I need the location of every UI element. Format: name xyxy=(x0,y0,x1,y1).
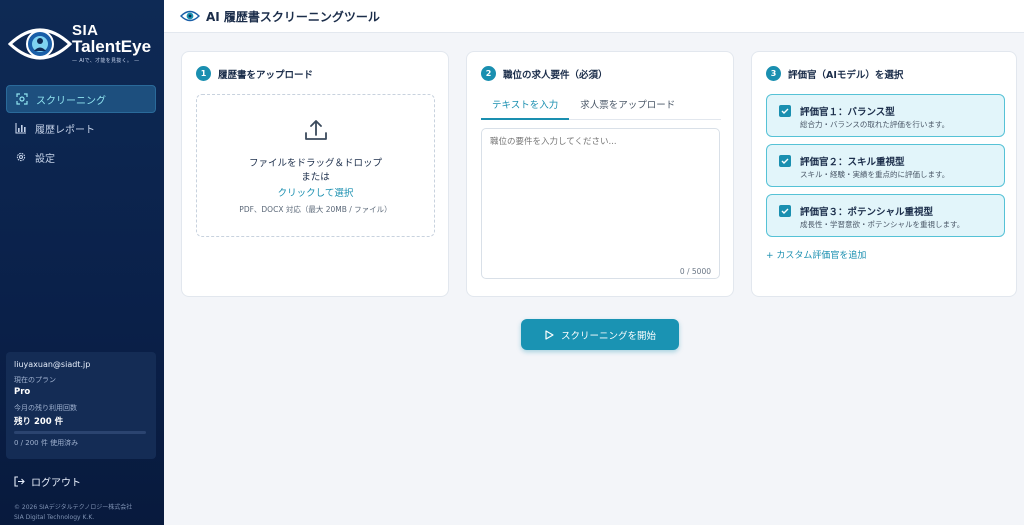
evaluator-option-balance[interactable]: 評価官１：バランス型 総合力・バランスの取れた評価を行います。 xyxy=(766,94,1005,137)
evaluator-name: 評価官３：ポテンシャル重視型 xyxy=(800,207,934,218)
brand-line2: TalentEye xyxy=(72,37,152,56)
evaluator-option-potential[interactable]: 評価官３：ポテンシャル重視型 成長性・学習意欲・ポテンシャルを重視します。 xyxy=(766,194,1005,237)
character-counter: 0 / 5000 xyxy=(679,267,711,276)
brand-logo: SIA TalentEye — AIで、才能を見抜く。 — xyxy=(8,18,158,68)
eye-logo-icon xyxy=(8,28,72,60)
copyright-line2: SIA Digital Technology K.K. xyxy=(14,514,95,521)
requirements-textarea[interactable] xyxy=(481,128,720,279)
gear-icon xyxy=(14,150,28,164)
usage-progress-bar xyxy=(14,431,146,434)
upload-card-header: 1 履歴書をアップロード xyxy=(196,66,313,81)
requirements-tabs: テキストを入力 求人票をアップロード xyxy=(481,96,721,120)
dropzone-note: PDF、DOCX 対応（最大 20MB / ファイル） xyxy=(239,205,392,214)
sidebar-item-label: 設定 xyxy=(35,153,55,165)
account-panel: liuyaxuan@siadt.jp 現在のプラン Pro 今月の残り利用回数 … xyxy=(6,352,156,459)
usage-text: 0 / 200 件 使用済み xyxy=(14,439,79,447)
sidebar-item-history[interactable]: 履歴レポート xyxy=(6,114,156,142)
sidebar-nav: スクリーニング 履歴レポート 設定 xyxy=(6,85,156,172)
remaining-label: 今月の残り利用回数 xyxy=(14,404,77,412)
scan-icon xyxy=(15,92,29,106)
bar-chart-icon xyxy=(14,121,28,135)
evaluators-card: 3 評価官（AIモデル）を選択 評価官１：バランス型 総合力・バランスの取れた評… xyxy=(751,51,1017,297)
evaluator-desc: 総合力・バランスの取れた評価を行います。 xyxy=(800,120,950,129)
sidebar-item-settings[interactable]: 設定 xyxy=(6,143,156,171)
copyright-line1: © 2026 SIAデジタルテクノロジー株式会社 xyxy=(14,504,133,511)
step-badge: 3 xyxy=(766,66,781,81)
logout-button[interactable]: ログアウト xyxy=(14,474,81,489)
step-badge: 1 xyxy=(196,66,211,81)
add-custom-evaluator-link[interactable]: + カスタム評価官を追加 xyxy=(766,248,866,261)
evaluator-name: 評価官１：バランス型 xyxy=(800,107,895,118)
copyright: © 2026 SIAデジタルテクノロジー株式会社 SIA Digital Tec… xyxy=(14,503,132,523)
logout-label: ログアウト xyxy=(31,478,81,489)
sidebar: SIA TalentEye — AIで、才能を見抜く。 — スクリーニング 履歴… xyxy=(0,0,164,525)
select-file-link[interactable]: クリックして選択 xyxy=(197,185,434,199)
page-title: AI 履歴書スクリーニングツール xyxy=(206,9,380,24)
sidebar-item-label: スクリーニング xyxy=(36,95,106,107)
brand-tagline: — AIで、才能を見抜く。 — xyxy=(72,58,140,64)
logout-icon xyxy=(14,476,25,487)
requirements-card-title: 職位の求人要件（必須） xyxy=(503,69,608,81)
dropzone-drop-text: ファイルをドラッグ＆ドロップ xyxy=(248,158,382,169)
check-icon xyxy=(781,208,789,214)
plan-label: 現在のプラン xyxy=(14,376,56,384)
start-screening-button[interactable]: スクリーニングを開始 xyxy=(521,319,679,350)
plan-value: Pro xyxy=(14,387,31,397)
play-icon xyxy=(544,329,554,340)
requirements-card: 2 職位の求人要件（必須） テキストを入力 求人票をアップロード 0 / 500… xyxy=(466,51,734,297)
upload-card-title: 履歴書をアップロード xyxy=(218,69,314,81)
step-badge: 2 xyxy=(481,66,496,81)
resume-dropzone[interactable]: ファイルをドラッグ＆ドロップ または クリックして選択 PDF、DOCX 対応（… xyxy=(196,94,435,237)
check-icon xyxy=(781,158,789,164)
check-icon xyxy=(781,108,789,114)
upload-card: 1 履歴書をアップロード ファイルをドラッグ＆ドロップ または クリックして選択… xyxy=(181,51,449,297)
remaining-value: 残り 200 件 xyxy=(14,417,64,427)
start-screening-label: スクリーニングを開始 xyxy=(560,330,656,342)
checkbox-checked[interactable] xyxy=(779,105,791,117)
upload-icon xyxy=(303,117,329,147)
evaluator-desc: 成長性・学習意欲・ポテンシャルを重視します。 xyxy=(800,220,965,229)
dropzone-or-text: または xyxy=(301,172,330,183)
account-email: liuyaxuan@siadt.jp xyxy=(14,360,91,369)
tab-upload-job-posting[interactable]: 求人票をアップロード xyxy=(569,96,686,120)
evaluator-option-skill[interactable]: 評価官２：スキル重視型 スキル・経験・実績を重点的に評価します。 xyxy=(766,144,1005,187)
evaluator-name: 評価官２：スキル重視型 xyxy=(800,157,905,168)
tab-text-input[interactable]: テキストを入力 xyxy=(481,96,570,120)
checkbox-checked[interactable] xyxy=(779,205,791,217)
page-header: AI 履歴書スクリーニングツール xyxy=(164,0,1024,33)
checkbox-checked[interactable] xyxy=(779,155,791,167)
evaluators-card-header: 3 評価官（AIモデル）を選択 xyxy=(766,66,903,81)
eye-icon xyxy=(180,9,200,23)
sidebar-item-label: 履歴レポート xyxy=(35,124,95,136)
requirements-card-header: 2 職位の求人要件（必須） xyxy=(481,66,608,81)
sidebar-item-screening[interactable]: スクリーニング xyxy=(6,85,156,113)
evaluators-card-title: 評価官（AIモデル）を選択 xyxy=(788,69,904,81)
evaluator-desc: スキル・経験・実績を重点的に評価します。 xyxy=(800,170,950,179)
